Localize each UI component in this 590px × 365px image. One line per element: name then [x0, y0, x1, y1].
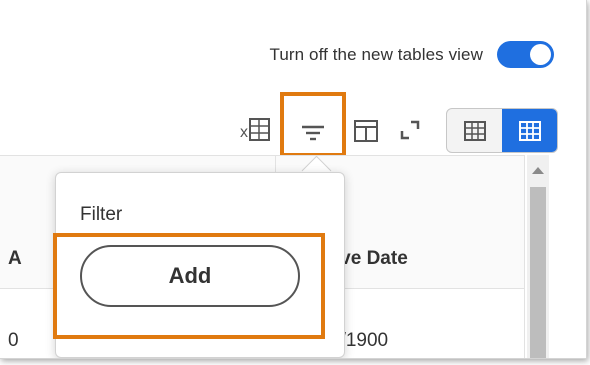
- add-button-highlight: [53, 233, 325, 339]
- new-tables-view-toggle[interactable]: [497, 41, 554, 68]
- scroll-up-arrow-icon[interactable]: [532, 167, 544, 174]
- expand-icon[interactable]: [393, 112, 427, 148]
- table-view-icon: [463, 120, 486, 141]
- table-panel: Turn off the new tables view x A ctive D…: [0, 0, 587, 359]
- table-top-border: [0, 155, 524, 156]
- toggle-label: Turn off the new tables view: [269, 44, 483, 64]
- scroll-thumb[interactable]: [530, 187, 546, 358]
- view-mode-group: [446, 108, 558, 153]
- filter-title: Filter: [80, 204, 123, 225]
- grid-view-icon: [518, 120, 541, 141]
- grid-view-button[interactable]: [502, 109, 557, 152]
- table-cell: 0: [8, 330, 19, 351]
- svg-text:x: x: [240, 124, 248, 141]
- filter-icon-highlight: [280, 92, 346, 157]
- layout-icon[interactable]: [349, 114, 383, 148]
- vertical-scrollbar[interactable]: [527, 155, 549, 358]
- column-header[interactable]: A: [8, 248, 22, 270]
- column-divider: [524, 155, 525, 358]
- excel-export-icon[interactable]: x: [237, 114, 275, 146]
- toggle-knob: [530, 44, 551, 65]
- table-view-button[interactable]: [447, 109, 502, 152]
- new-tables-view-toggle-row: Turn off the new tables view: [269, 41, 554, 68]
